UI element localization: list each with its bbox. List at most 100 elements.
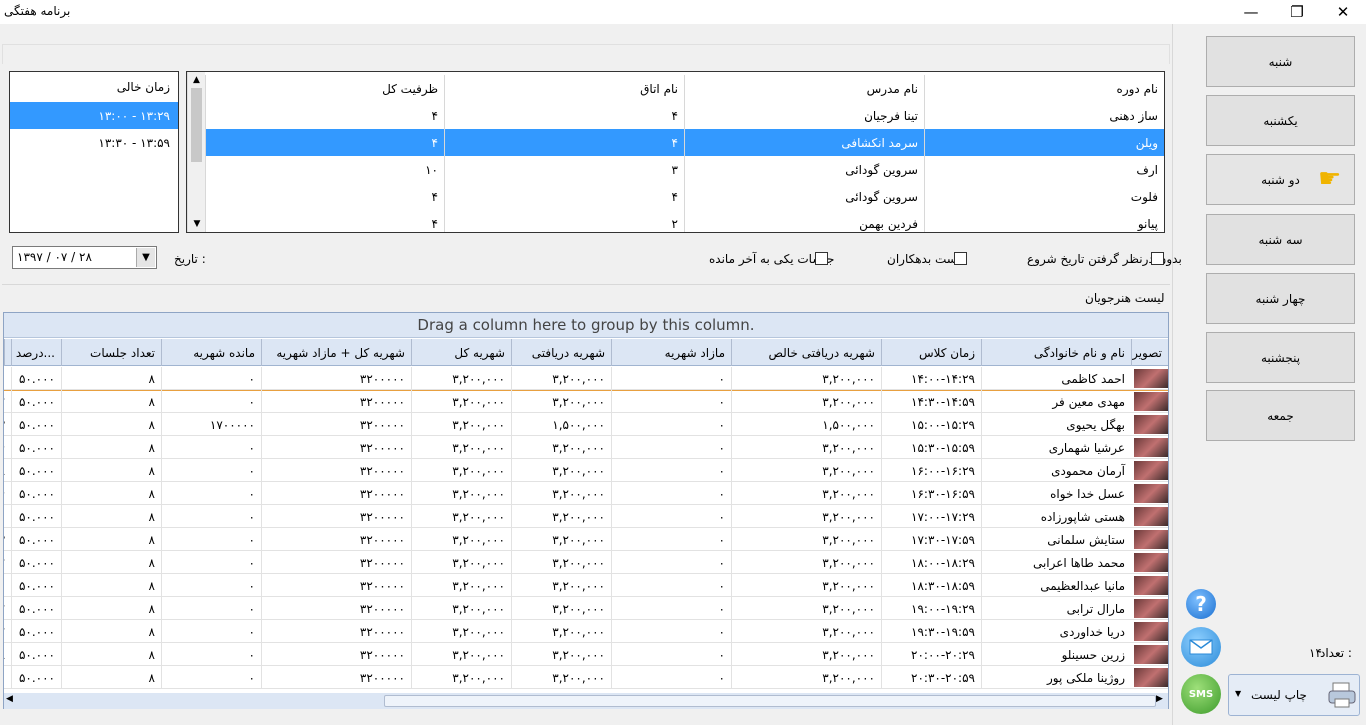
table-row[interactable]: مارال ترابی ۱۹:۰۰-۱۹:۲۹ ۳,۲۰۰,۰۰۰ ۰ ۳,۲۰۰,۰۰…	[4, 597, 1168, 620]
table-cell: ۸	[61, 643, 161, 666]
grid-horizontal-scrollbar[interactable]: ◀ ▶	[4, 693, 1168, 709]
course-row[interactable]: فلوت سروین گودائی ۴ ۴	[205, 183, 1164, 210]
no-start-date-checkbox[interactable]	[1151, 252, 1164, 265]
mail-icon[interactable]	[1181, 627, 1221, 667]
column-header[interactable]: نام و نام خانوادگی	[981, 339, 1131, 366]
scroll-right-icon[interactable]: ▶	[1156, 694, 1163, 704]
table-row[interactable]: دریا خداوردی ۱۹:۳۰-۱۹:۵۹ ۳,۲۰۰,۰۰۰ ۰ ۳,۲۰۰,۰…	[4, 620, 1168, 643]
date-dropdown-icon[interactable]: ▼	[136, 248, 155, 267]
day-button[interactable]: جمعه	[1206, 390, 1355, 441]
table-row[interactable]: هستی شاپورزاده ۱۷:۰۰-۱۷:۲۹ ۳,۲۰۰,۰۰۰ ۰ ۳,۲۰۰…	[4, 505, 1168, 528]
help-icon[interactable]: ?	[1186, 589, 1216, 619]
scroll-thumb[interactable]	[191, 88, 202, 162]
day-button[interactable]: پنجشنبه	[1206, 332, 1355, 383]
table-cell: ۳۲۰۰۰۰۰	[261, 574, 411, 597]
table-row[interactable]: ستایش سلمانی ۱۷:۳۰-۱۷:۵۹ ۳,۲۰۰,۰۰۰ ۰ ۳,۲۰۰,۰…	[4, 528, 1168, 551]
table-cell: ۸	[4, 643, 11, 666]
table-cell: ۳,۲۰۰,۰۰۰	[511, 505, 611, 528]
print-dropdown-icon[interactable]: ▼	[1235, 689, 1241, 698]
table-cell: ۳,۲۰۰,۰۰۰	[411, 413, 511, 436]
course-row[interactable]: پیانو فردین بهمن ۲ ۴	[205, 210, 1164, 232]
free-time-row[interactable]: ۱۳:۰۰ - ۱۳:۲۹	[10, 102, 178, 129]
course-row[interactable]: ارف سروین گودائی ۳ ۱۰	[205, 156, 1164, 183]
table-cell: ۳,۲۰۰,۰۰۰	[511, 482, 611, 505]
day-button[interactable]: یکشنبه	[1206, 95, 1355, 146]
student-photo	[1134, 622, 1168, 641]
column-header[interactable]: شهریه کل + مازاد شهریه	[261, 339, 411, 366]
table-cell: ۱۹:۳۰-۱۹:۵۹	[881, 620, 981, 643]
students-grid[interactable]: Drag a column here to group by this colu…	[3, 312, 1169, 709]
day-button[interactable]: سه شنبه	[1206, 214, 1355, 265]
course-row-cell: ارف	[924, 156, 1164, 183]
table-cell: ۴	[4, 436, 11, 459]
minimize-button[interactable]: —	[1228, 0, 1274, 24]
table-row[interactable]: مانیا عبدالعظیمی ۱۸:۳۰-۱۸:۵۹ ۳,۲۰۰,۰۰۰ ۰ ۳,۲…	[4, 574, 1168, 597]
table-cell: ۳,۲۰۰,۰۰۰	[731, 436, 881, 459]
table-cell: ۵۰.۰۰۰	[11, 551, 61, 574]
title-bar: برنامه هفتگی — ❐ ✕	[0, 0, 1366, 24]
courses-header-cell: ظرفیت کل	[205, 75, 444, 102]
count-value: ۱۴	[1309, 646, 1322, 660]
table-row[interactable]: عسل خدا خواه ۱۶:۳۰-۱۶:۵۹ ۳,۲۰۰,۰۰۰ ۰ ۳,۲۰۰,۰…	[4, 482, 1168, 505]
students-list-label: لیست هنرجویان	[1085, 291, 1165, 305]
free-time-row[interactable]: ۱۳:۳۰ - ۱۳:۵۹	[10, 129, 178, 156]
table-row[interactable]: احمد کاظمی ۱۴:۰۰-۱۴:۲۹ ۳,۲۰۰,۰۰۰ ۰ ۳,۲۰۰,۰۰۰…	[4, 367, 1168, 391]
table-cell: ۲	[4, 551, 11, 574]
grid-scroll-thumb[interactable]	[384, 695, 1156, 707]
course-row[interactable]: ویلن سرمد انکشافی ۴ ۴	[205, 129, 1164, 156]
table-row[interactable]: بهگل یحیوی ۱۵:۰۰-۱۵:۲۹ ۱,۵۰۰,۰۰۰ ۰ ۱,۵۰۰,۰۰۰…	[4, 413, 1168, 436]
column-header[interactable]: زمان کلاس	[881, 339, 981, 366]
courses-header-cell: نام مدرس	[684, 75, 924, 102]
print-list-button[interactable]: ▼ چاپ لیست	[1228, 674, 1360, 716]
courses-header[interactable]: نام دوره نام مدرس نام اتاق ظرفیت کل	[205, 75, 1164, 102]
column-header[interactable]: شهریه دریافتی	[511, 339, 611, 366]
table-cell: ۳,۲۰۰,۰۰۰	[731, 620, 881, 643]
table-row[interactable]: روژینا ملکی پور ۲۰:۳۰-۲۰:۵۹ ۳,۲۰۰,۰۰۰ ۰ ۳,۲۰…	[4, 666, 1168, 689]
table-cell: ۳,۲۰۰,۰۰۰	[511, 551, 611, 574]
course-row-cell: سرمد انکشافی	[684, 129, 924, 156]
table-cell: ۳,۲۰۰,۰۰۰	[411, 643, 511, 666]
table-cell: ۰	[161, 390, 261, 413]
courses-list[interactable]: ▲ ▼ نام دوره نام مدرس نام اتاق ظرفیت کل ساز …	[186, 71, 1165, 233]
debtors-checkbox[interactable]	[954, 252, 967, 265]
table-cell: ۵۰.۰۰۰	[11, 574, 61, 597]
group-by-panel[interactable]: Drag a column here to group by this colu…	[4, 313, 1168, 338]
column-header[interactable]: تعداد جلسات	[61, 339, 161, 366]
course-row[interactable]: ساز دهنی تینا فرجیان ۴ ۴	[205, 102, 1164, 129]
table-cell: ۳۲۰۰۰۰۰	[261, 413, 411, 436]
table-cell: ۸	[61, 436, 161, 459]
free-time-list[interactable]: زمان خالی ۱۳:۰۰ - ۱۳:۲۹ ۱۳:۳۰ - ۱۳:۵۹	[9, 71, 179, 233]
day-button[interactable]: چهار شنبه	[1206, 273, 1355, 324]
column-header[interactable]: شهریه دریافتی خالص	[731, 339, 881, 366]
table-row[interactable]: آرمان محمودی ۱۶:۰۰-۱۶:۲۹ ۳,۲۰۰,۰۰۰ ۰ ۳,۲۰۰,۰…	[4, 459, 1168, 482]
scroll-up-icon[interactable]: ▲	[188, 72, 205, 88]
scroll-down-icon[interactable]: ▼	[188, 216, 206, 232]
column-header[interactable]: تصویر	[1131, 339, 1168, 366]
day-button[interactable]: شنبه	[1206, 36, 1355, 87]
column-header[interactable]: مانده شهریه	[161, 339, 261, 366]
column-header[interactable]: مازاد شهریه	[611, 339, 731, 366]
column-header[interactable]: درصد ا...	[11, 339, 61, 366]
table-cell: ۶	[4, 574, 11, 597]
close-button[interactable]: ✕	[1320, 0, 1366, 24]
table-row[interactable]: زرین حسینلو ۲۰:۰۰-۲۰:۲۹ ۳,۲۰۰,۰۰۰ ۰ ۳,۲۰۰,۰۰…	[4, 643, 1168, 666]
column-header-partial[interactable]	[4, 339, 11, 366]
date-picker[interactable]: ۱۳۹۷ / ۰۷ / ۲۸ ▼	[12, 246, 157, 269]
table-cell: ۳,۲۰۰,۰۰۰	[511, 367, 611, 390]
sms-icon[interactable]: SMS	[1181, 674, 1221, 714]
table-cell: ۳	[4, 413, 11, 436]
table-row[interactable]: مهدی معین فر ۱۴:۳۰-۱۴:۵۹ ۳,۲۰۰,۰۰۰ ۰ ۳,۲۰۰,۰…	[4, 390, 1168, 413]
table-cell: ۳,۲۰۰,۰۰۰	[511, 528, 611, 551]
table-cell: ۰	[611, 482, 731, 505]
table-cell: ۸	[61, 528, 161, 551]
table-cell: ۳۲۰۰۰۰۰	[261, 666, 411, 689]
table-row[interactable]: محمد طاها اعرابی ۱۸:۰۰-۱۸:۲۹ ۳,۲۰۰,۰۰۰ ۰ ۳,۲…	[4, 551, 1168, 574]
table-row[interactable]: عرشیا شهماری ۱۵:۳۰-۱۵:۵۹ ۳,۲۰۰,۰۰۰ ۰ ۳,۲۰۰,۰…	[4, 436, 1168, 459]
maximize-button[interactable]: ❐	[1274, 0, 1320, 24]
last-session-checkbox[interactable]	[815, 252, 828, 265]
column-header[interactable]: شهریه کل	[411, 339, 511, 366]
scroll-left-icon[interactable]: ◀	[6, 694, 13, 704]
table-cell: ۶	[4, 666, 11, 689]
table-cell: ۸	[61, 413, 161, 436]
courses-scrollbar[interactable]: ▲ ▼	[187, 72, 205, 232]
